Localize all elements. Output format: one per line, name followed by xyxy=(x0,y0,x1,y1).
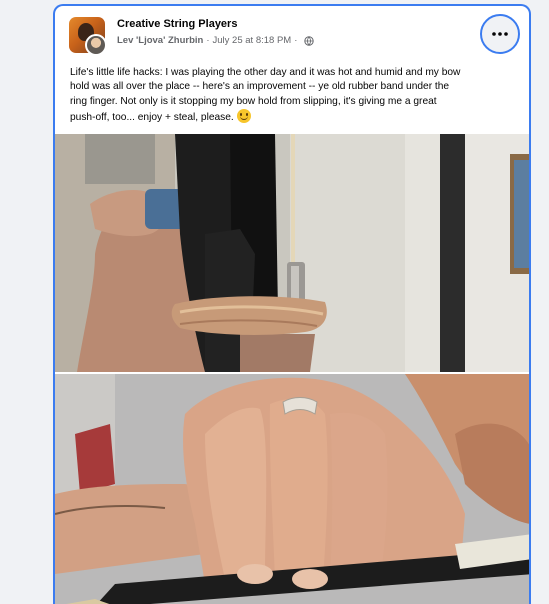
group-name-link[interactable]: Creative String Players xyxy=(117,18,237,30)
post-text-last-line: push-off, too... enjoy + steal, please. xyxy=(70,108,522,125)
post-text-line: push-off, too... enjoy + steal, please. xyxy=(70,111,234,123)
globe-icon xyxy=(304,35,315,46)
photo-hand-bow-hold-image xyxy=(55,374,529,604)
author-name-link[interactable]: Lev 'Ljova' Zhurbin xyxy=(117,35,203,46)
post-text-line: hold was all over the place -- here's an… xyxy=(70,81,450,93)
post-timestamp-link[interactable]: July 25 at 8:18 PM xyxy=(213,35,292,46)
post-text-line: Life's little life hacks: I was playing … xyxy=(70,67,461,78)
post-body-text: Life's little life hacks: I was playing … xyxy=(70,66,522,125)
meta-separator-2: · xyxy=(294,35,298,46)
photo-bow-rubber-band-image xyxy=(55,134,529,372)
author-avatar[interactable] xyxy=(85,34,107,56)
more-options-button[interactable] xyxy=(480,14,520,54)
meta-separator: · xyxy=(206,35,210,46)
smiley-emoji-icon xyxy=(236,108,251,123)
avatar-group[interactable] xyxy=(69,17,107,56)
post-photo-2[interactable] xyxy=(55,374,529,604)
ellipsis-icon xyxy=(492,32,508,36)
post-card: Creative String Players Lev 'Ljova' Zhur… xyxy=(53,4,531,604)
post-text-line: ring finger. Not only is it stopping my … xyxy=(70,95,437,107)
post-header: Creative String Players Lev 'Ljova' Zhur… xyxy=(55,6,529,58)
post-meta: Lev 'Ljova' Zhurbin · July 25 at 8:18 PM… xyxy=(117,35,315,46)
post-photo-1[interactable] xyxy=(55,134,529,372)
